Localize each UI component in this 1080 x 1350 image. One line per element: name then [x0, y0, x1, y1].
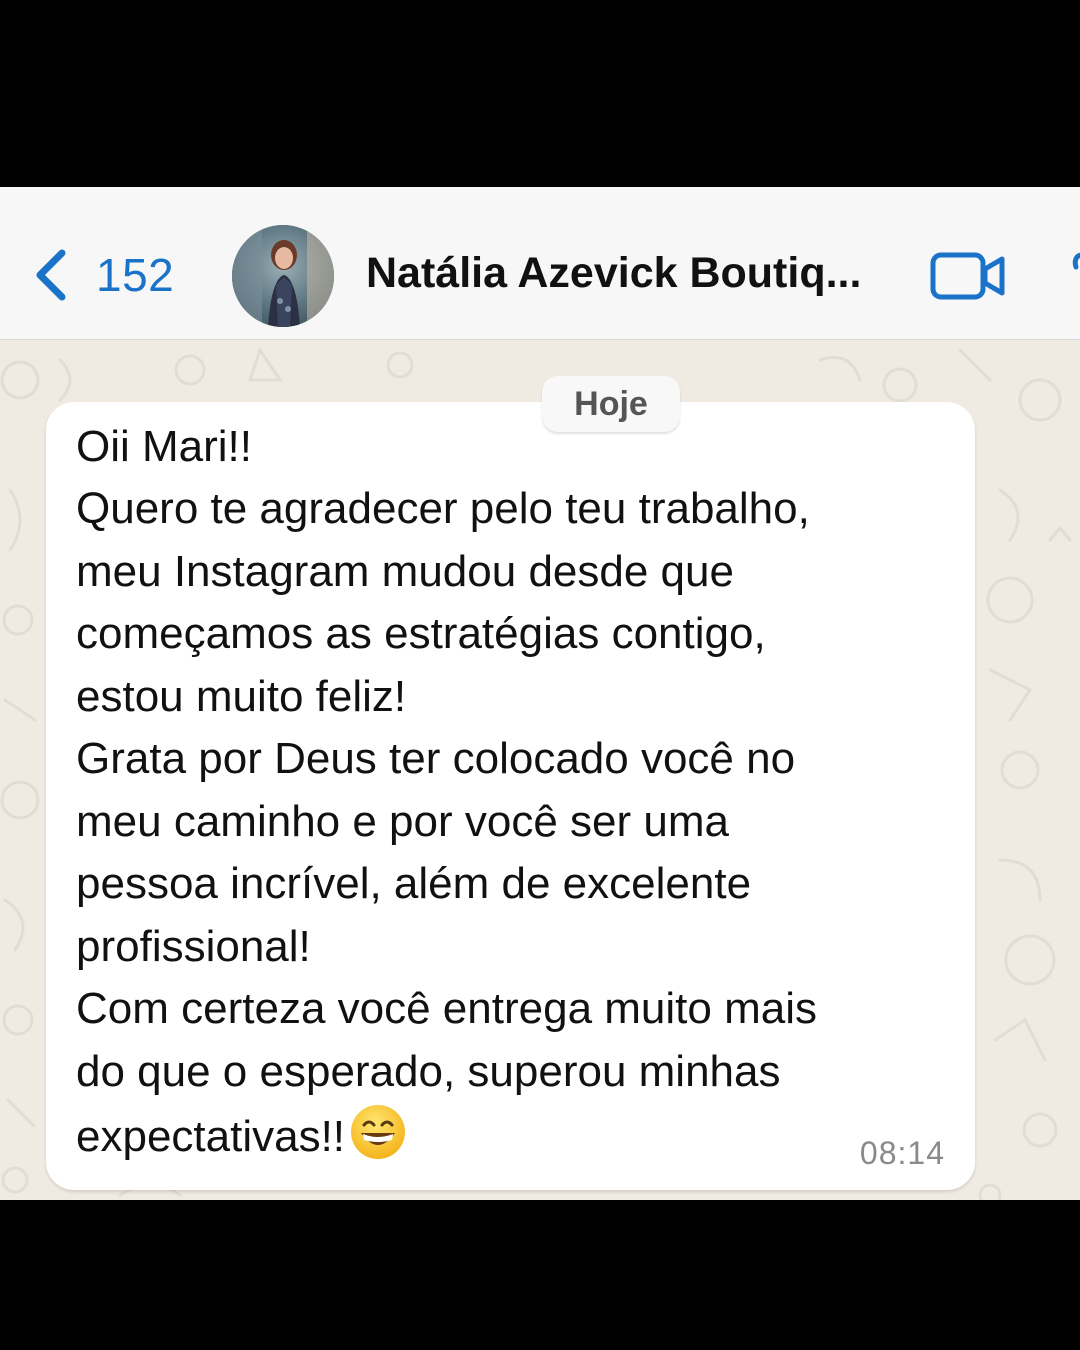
- phone-icon[interactable]: [1060, 247, 1080, 303]
- contact-avatar-photo: [232, 225, 334, 327]
- message-line: pessoa incrível, além de excelente: [76, 859, 752, 908]
- video-camera-icon[interactable]: [930, 251, 1006, 301]
- message-line: profissional!: [76, 922, 311, 971]
- message-last-line: expectativas!!: [76, 1103, 407, 1169]
- message-bubble[interactable]: Oii Mari!! Quero te agradecer pelo teu t…: [46, 402, 975, 1190]
- unread-count: 152: [96, 249, 175, 301]
- message-line: do que o esperado, superou minhas: [76, 1047, 781, 1096]
- grinning-face-emoji-icon: [351, 1105, 406, 1159]
- message-line: Oii Mari!!: [76, 422, 252, 471]
- chevron-left-icon: [36, 249, 66, 301]
- contact-name[interactable]: Natália Azevick Boutiq...: [366, 249, 896, 298]
- message-line: Grata por Deus ter colocado você no: [76, 734, 796, 783]
- back-button[interactable]: 152: [30, 245, 174, 305]
- contact-avatar[interactable]: [232, 225, 334, 327]
- top-black-bar: [0, 0, 1080, 187]
- message-line: Quero te agradecer pelo teu trabalho,: [76, 484, 810, 533]
- message-line: Com certeza você entrega muito mais: [76, 984, 817, 1033]
- message-line: começamos as estratégias contigo,: [76, 609, 766, 658]
- chat-area[interactable]: Hoje Oii Mari!! Quero te agradecer pelo …: [0, 340, 1080, 1200]
- message-line: meu Instagram mudou desde que: [76, 547, 734, 596]
- message-line: expectativas!!: [76, 1112, 346, 1161]
- message-line: meu caminho e por você ser uma: [76, 797, 729, 846]
- message-timestamp: 08:14: [859, 1135, 945, 1171]
- date-separator: Hoje: [542, 376, 680, 432]
- chat-header: 152 Natália Azevick Boutiq...: [0, 187, 1080, 340]
- message-line: estou muito feliz!: [76, 672, 407, 721]
- bottom-black-bar: [0, 1200, 1080, 1350]
